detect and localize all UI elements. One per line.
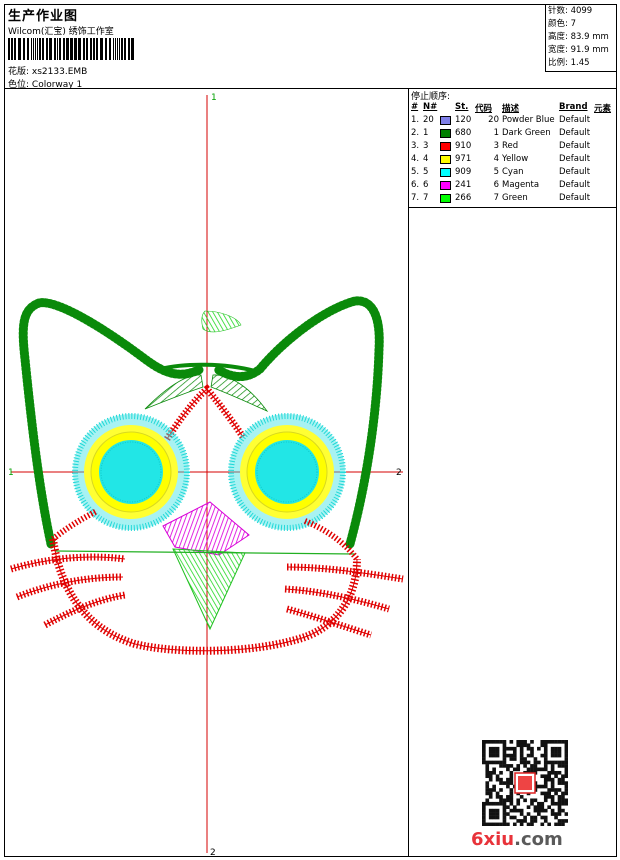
table-row: 5. 5 909 5 Cyan Default — [409, 166, 616, 179]
cell-num: 5 — [493, 167, 499, 177]
cell-n: 20 — [423, 115, 434, 125]
cell-code: 909 — [455, 167, 472, 177]
table-header: # N# St. 代码 描述 Brand 元素 — [409, 101, 616, 114]
design-canvas: 1 2 1 2 — [5, 89, 409, 857]
cell-index: 4. — [411, 154, 420, 164]
cell-code: 680 — [455, 128, 472, 138]
watermark-logo: 6xiu.com — [471, 829, 563, 850]
color-swatch — [440, 168, 451, 177]
cell-n: 3 — [423, 141, 429, 151]
cell-index: 2. — [411, 128, 420, 138]
cell-code: 971 — [455, 154, 472, 164]
table-row: 7. 7 266 7 Green Default — [409, 192, 616, 205]
col-brand: Brand — [559, 102, 588, 112]
cell-desc: Yellow — [502, 154, 529, 164]
brow-red — [164, 384, 246, 441]
cell-index: 3. — [411, 141, 420, 151]
axis-label-left: 1 — [8, 468, 14, 478]
forehead-tuft-left — [144, 374, 204, 410]
col-n: N# — [423, 102, 438, 112]
axis-label-right: 2 — [396, 468, 402, 478]
col-index: # — [411, 102, 419, 112]
stat-colors: 颜色: 7 — [548, 19, 576, 29]
cell-brand: Default — [559, 115, 591, 125]
cell-num: 7 — [493, 193, 499, 203]
cell-desc: Green — [502, 193, 528, 203]
col-desc: 描述 — [502, 104, 520, 114]
cell-brand: Default — [559, 180, 591, 190]
design-label: 花版: — [8, 67, 30, 77]
cell-brand: Default — [559, 154, 591, 164]
head-tuft — [201, 310, 242, 333]
qr-code — [482, 740, 568, 826]
cell-desc: Cyan — [502, 167, 524, 177]
sheet-header: 生产作业图 Wilcom(汇宝) 绣饰工作室 花版: xs2133.EMB 色位… — [5, 5, 616, 90]
color-swatch — [440, 155, 451, 164]
stat-scale: 比例: 1.45 — [548, 58, 590, 68]
stat-width: 宽度: 91.9 mm — [548, 45, 609, 55]
cell-num: 4 — [493, 154, 499, 164]
axis-label-top: 1 — [211, 93, 217, 103]
table-row: 4. 4 971 4 Yellow Default — [409, 153, 616, 166]
cell-num: 20 — [488, 115, 499, 125]
cell-n: 6 — [423, 180, 429, 190]
cell-num: 3 — [493, 141, 499, 151]
table-row: 2. 1 680 1 Dark Green Default — [409, 127, 616, 140]
table-row: 3. 3 910 3 Red Default — [409, 140, 616, 153]
cell-n: 5 — [423, 167, 429, 177]
muzzle — [172, 548, 246, 631]
cell-desc: Powder Blue — [502, 115, 555, 125]
stop-sequence-table: # N# St. 代码 描述 Brand 元素 1. 20 120 20 Powder … — [409, 101, 616, 205]
stats-box: 针数: 4099 颜色: 7 高度: 83.9 mm 宽度: 91.9 mm 比… — [545, 5, 616, 72]
cell-brand: Default — [559, 141, 591, 151]
cell-n: 1 — [423, 128, 429, 138]
axis-label-bottom: 2 — [210, 848, 216, 857]
cell-code: 241 — [455, 180, 472, 190]
cell-code: 120 — [455, 115, 472, 125]
cell-n: 4 — [423, 154, 429, 164]
color-swatch — [440, 116, 451, 125]
cell-num: 1 — [493, 128, 499, 138]
stop-sequence-panel: 停止顺序: # N# St. 代码 描述 Brand 元素 1. 20 120 20 P… — [409, 89, 616, 857]
cell-num: 6 — [493, 180, 499, 190]
barcode — [8, 38, 136, 60]
table-divider — [409, 207, 616, 208]
color-swatch — [440, 181, 451, 190]
cell-index: 1. — [411, 115, 420, 125]
table-row: 1. 20 120 20 Powder Blue Default — [409, 114, 616, 127]
cell-n: 7 — [423, 193, 429, 203]
cell-desc: Dark Green — [502, 128, 551, 138]
table-row: 6. 6 241 6 Magenta Default — [409, 179, 616, 192]
cell-code: 910 — [455, 141, 472, 151]
cell-brand: Default — [559, 128, 591, 138]
whiskers-left — [10, 553, 126, 629]
cheek-left — [51, 508, 99, 542]
color-swatch — [440, 129, 451, 138]
eye-right — [228, 413, 346, 531]
cell-index: 5. — [411, 167, 420, 177]
production-sheet: 生产作业图 Wilcom(汇宝) 绣饰工作室 花版: xs2133.EMB 色位… — [4, 4, 617, 857]
sheet-title: 生产作业图 — [8, 9, 79, 24]
embroidery-preview: 1 2 1 2 — [8, 93, 404, 857]
col-st: St. — [455, 102, 469, 112]
design-file: 花版: xs2133.EMB — [8, 64, 87, 77]
stat-height: 高度: 83.9 mm — [548, 32, 609, 42]
cell-desc: Red — [502, 141, 519, 151]
stat-stitches: 针数: 4099 — [548, 6, 593, 16]
cell-code: 266 — [455, 193, 472, 203]
col-element: 元素 — [594, 104, 612, 114]
color-swatch — [440, 194, 451, 203]
col-code: 代码 — [475, 104, 493, 114]
cell-index: 7. — [411, 193, 420, 203]
color-swatch — [440, 142, 451, 151]
cell-index: 6. — [411, 180, 420, 190]
cell-brand: Default — [559, 193, 591, 203]
cell-brand: Default — [559, 167, 591, 177]
studio-name: Wilcom(汇宝) 绣饰工作室 — [8, 27, 114, 37]
cell-desc: Magenta — [502, 180, 540, 190]
design-value: xs2133.EMB — [31, 67, 88, 77]
